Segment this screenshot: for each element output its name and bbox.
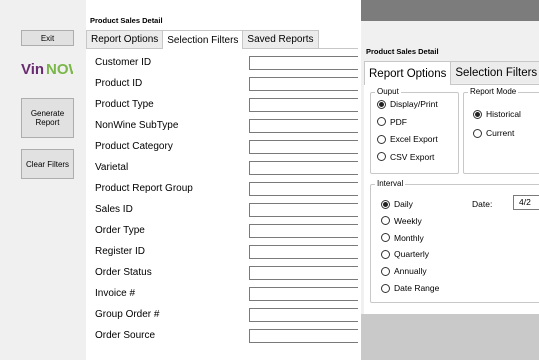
mode-option[interactable]: Current — [473, 128, 514, 138]
filter-label: Order Type — [95, 225, 145, 236]
filter-label: Register ID — [95, 246, 146, 257]
filter-label: Order Source — [95, 330, 156, 341]
filter-input[interactable] — [249, 161, 358, 175]
output-option[interactable]: CSV Export — [377, 152, 434, 162]
interval-option[interactable]: Date Range — [381, 283, 439, 293]
right-tab-strip: Report Options Selection Filters — [364, 61, 539, 85]
interval-option[interactable]: Monthly — [381, 233, 424, 243]
tab-report-options[interactable]: Report Options — [364, 61, 452, 85]
interval-legend: Interval — [375, 179, 406, 189]
filter-label: NonWine SubType — [95, 120, 179, 131]
filter-input[interactable] — [249, 245, 358, 259]
date-label: Date: — [472, 199, 493, 209]
tab-report-options[interactable]: Report Options — [86, 30, 164, 48]
radio-button[interactable] — [381, 266, 390, 276]
interval-option[interactable]: Weekly — [381, 216, 422, 226]
output-option[interactable]: Excel Export — [377, 134, 438, 144]
left-report-window: Exit Vin NOW Generate Report Clear Filte… — [0, 0, 358, 360]
radio-button[interactable] — [381, 199, 390, 209]
interval-option[interactable]: Quarterly — [381, 249, 429, 259]
tab-selection-filters[interactable]: Selection Filters — [450, 61, 539, 83]
report-mode-legend: Report Mode — [468, 87, 519, 97]
radio-label: Weekly — [394, 215, 422, 226]
filter-label: Varietal — [95, 162, 129, 173]
filter-input[interactable] — [249, 287, 358, 301]
filter-label: Product Type — [95, 99, 154, 110]
radio-label: Historical — [486, 109, 521, 119]
filter-label: Customer ID — [95, 57, 152, 68]
left-window-title: Product Sales Detail — [90, 16, 163, 25]
generate-report-button[interactable]: Generate Report — [21, 98, 74, 138]
filter-input[interactable] — [249, 98, 358, 112]
tab-saved-reports[interactable]: Saved Reports — [242, 30, 319, 48]
date-input[interactable]: 4/2 — [513, 195, 539, 210]
svg-text:Vin: Vin — [21, 61, 44, 78]
interval-option[interactable]: Daily — [381, 199, 413, 209]
output-option[interactable]: PDF — [377, 117, 407, 127]
filter-label: Group Order # — [95, 309, 160, 320]
radio-selected-dot — [475, 111, 480, 117]
clear-filters-button[interactable]: Clear Filters — [21, 149, 74, 179]
radio-label: Current — [486, 128, 515, 138]
radio-button[interactable] — [473, 128, 482, 138]
exit-button[interactable]: Exit — [21, 30, 74, 46]
svg-text:NOW: NOW — [46, 61, 73, 78]
radio-button[interactable] — [473, 109, 482, 119]
filter-label: Invoice # — [95, 288, 136, 299]
filter-label: Product Report Group — [95, 183, 193, 194]
radio-selected-dot — [383, 201, 388, 207]
filter-input[interactable] — [249, 329, 358, 343]
radio-button[interactable] — [377, 99, 386, 109]
filter-label: Sales ID — [95, 204, 133, 215]
radio-button[interactable] — [381, 216, 390, 226]
radio-button[interactable] — [377, 152, 386, 161]
filter-input[interactable] — [249, 56, 358, 70]
left-tab-strip: Report Options Selection Filters Saved R… — [86, 30, 319, 49]
left-sidebar: Exit Vin NOW Generate Report Clear Filte… — [0, 0, 86, 360]
right-window-titlebar — [361, 0, 539, 21]
filter-label: Product ID — [95, 78, 143, 89]
filter-input[interactable] — [249, 203, 358, 217]
output-legend: Ouput — [375, 87, 401, 97]
radio-button[interactable] — [381, 283, 390, 293]
filter-input[interactable] — [249, 77, 358, 91]
filter-input[interactable] — [249, 140, 358, 154]
radio-button[interactable] — [377, 117, 386, 126]
right-window-footer — [361, 314, 539, 360]
filter-input[interactable] — [249, 308, 358, 322]
filter-label: Order Status — [95, 267, 152, 278]
output-option[interactable]: Display/Print — [377, 99, 438, 109]
filter-input[interactable] — [249, 224, 358, 238]
mode-option[interactable]: Historical — [473, 109, 521, 119]
radio-selected-dot — [379, 101, 384, 107]
radio-label: Date Range — [394, 283, 440, 293]
radio-label: Daily — [394, 199, 413, 209]
radio-label: CSV Export — [390, 151, 435, 162]
right-window-title: Product Sales Detail — [366, 47, 439, 56]
filter-label: Product Category — [95, 141, 173, 152]
radio-button[interactable] — [381, 233, 390, 243]
radio-label: Quarterly — [394, 249, 429, 260]
radio-label: Display/Print — [390, 99, 438, 109]
radio-button[interactable] — [381, 249, 390, 259]
radio-label: Annually — [394, 266, 427, 277]
tab-selection-filters[interactable]: Selection Filters — [162, 30, 244, 49]
vinnow-logo: Vin NOW — [21, 61, 73, 78]
filter-input[interactable] — [249, 119, 358, 133]
radio-label: Monthly — [394, 232, 424, 243]
interval-option[interactable]: Annually — [381, 266, 427, 276]
radio-label: Excel Export — [390, 134, 438, 144]
radio-label: PDF — [390, 116, 407, 127]
filter-input[interactable] — [249, 266, 358, 280]
filter-input[interactable] — [249, 182, 358, 196]
radio-button[interactable] — [377, 134, 386, 144]
